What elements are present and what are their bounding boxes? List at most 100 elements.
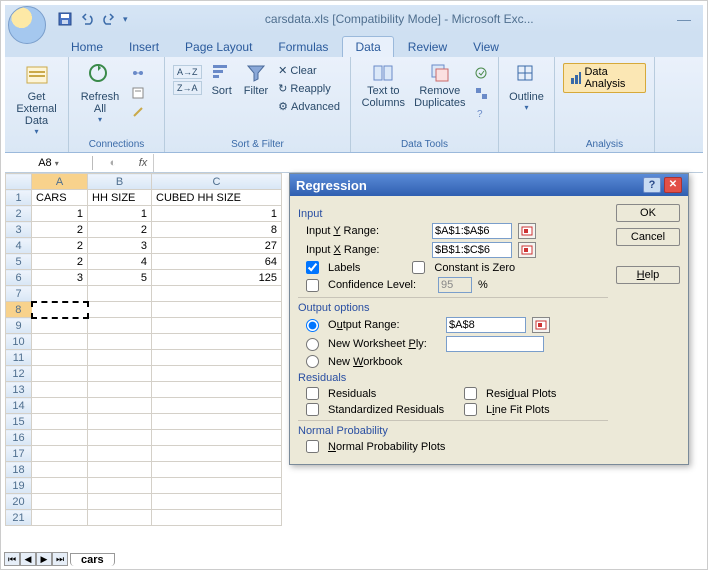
sheet-nav-prev-icon[interactable]: ◀ (20, 552, 36, 566)
new-worksheet-input[interactable] (446, 336, 544, 352)
cell-C19[interactable] (152, 478, 282, 494)
properties-icon[interactable] (129, 85, 147, 101)
cell-B3[interactable]: 2 (88, 222, 152, 238)
row-header-12[interactable]: 12 (6, 366, 32, 382)
refresh-all-button[interactable]: Refresh All▾ (77, 61, 123, 124)
cell-C7[interactable] (152, 286, 282, 302)
cell-C18[interactable] (152, 462, 282, 478)
cell-B18[interactable] (88, 462, 152, 478)
get-external-data-button[interactable]: Get External Data▾ (13, 61, 60, 136)
residuals-checkbox[interactable] (306, 387, 319, 400)
tab-view[interactable]: View (461, 37, 511, 57)
ok-button[interactable]: OK (616, 204, 680, 222)
cell-A2[interactable]: 1 (32, 206, 88, 222)
close-icon[interactable]: ✕ (664, 177, 682, 193)
row-header-1[interactable]: 1 (6, 190, 32, 206)
output-range-ref-icon[interactable] (532, 317, 550, 333)
cell-C12[interactable] (152, 366, 282, 382)
row-header-3[interactable]: 3 (6, 222, 32, 238)
cell-A4[interactable]: 2 (32, 238, 88, 254)
cell-B19[interactable] (88, 478, 152, 494)
cell-A15[interactable] (32, 414, 88, 430)
edit-links-icon[interactable] (129, 105, 147, 121)
cell-C4[interactable]: 27 (152, 238, 282, 254)
cell-C10[interactable] (152, 334, 282, 350)
data-analysis-button[interactable]: Data Analysis (563, 63, 646, 93)
row-header-8[interactable]: 8 (6, 302, 32, 318)
row-header-16[interactable]: 16 (6, 430, 32, 446)
tab-page-layout[interactable]: Page Layout (173, 37, 264, 57)
row-header-4[interactable]: 4 (6, 238, 32, 254)
x-range-input[interactable] (432, 242, 512, 258)
cell-B11[interactable] (88, 350, 152, 366)
cell-A13[interactable] (32, 382, 88, 398)
connections-icon[interactable] (129, 65, 147, 81)
cell-B5[interactable]: 4 (88, 254, 152, 270)
sheet-tab-cars[interactable]: cars (70, 553, 115, 566)
formula-bar[interactable] (153, 154, 703, 172)
cell-B14[interactable] (88, 398, 152, 414)
col-header-B[interactable]: B (88, 174, 152, 190)
tab-home[interactable]: Home (59, 37, 115, 57)
cell-C2[interactable]: 1 (152, 206, 282, 222)
cell-C1[interactable]: CUBED HH SIZE (152, 190, 282, 206)
reapply-button[interactable]: ↻ Reapply (276, 81, 342, 96)
row-header-6[interactable]: 6 (6, 270, 32, 286)
confidence-input[interactable] (438, 277, 472, 293)
cell-A18[interactable] (32, 462, 88, 478)
cell-B2[interactable]: 1 (88, 206, 152, 222)
row-header-18[interactable]: 18 (6, 462, 32, 478)
cell-A19[interactable] (32, 478, 88, 494)
cell-A17[interactable] (32, 446, 88, 462)
cell-C6[interactable]: 125 (152, 270, 282, 286)
text-to-columns-button[interactable]: Text to Columns (359, 61, 408, 109)
output-range-radio[interactable] (306, 319, 319, 332)
cell-C9[interactable] (152, 318, 282, 334)
clear-button[interactable]: ✕ Clear (276, 63, 342, 78)
cell-B16[interactable] (88, 430, 152, 446)
cell-C15[interactable] (152, 414, 282, 430)
cell-B10[interactable] (88, 334, 152, 350)
cell-A8[interactable] (32, 302, 88, 318)
redo-icon[interactable] (101, 11, 117, 27)
row-header-5[interactable]: 5 (6, 254, 32, 270)
output-range-input[interactable] (446, 317, 526, 333)
constant-zero-checkbox[interactable] (412, 261, 425, 274)
labels-checkbox[interactable] (306, 261, 319, 274)
residual-plots-checkbox[interactable] (464, 387, 477, 400)
row-header-20[interactable]: 20 (6, 494, 32, 510)
cell-A5[interactable]: 2 (32, 254, 88, 270)
minimize-icon[interactable]: — (677, 11, 691, 27)
row-header-21[interactable]: 21 (6, 510, 32, 526)
consolidate-icon[interactable] (472, 85, 490, 101)
cell-A7[interactable] (32, 286, 88, 302)
filter-button[interactable]: Filter (242, 61, 270, 97)
cell-A20[interactable] (32, 494, 88, 510)
line-fit-checkbox[interactable] (464, 403, 477, 416)
cell-B12[interactable] (88, 366, 152, 382)
outline-button[interactable]: Outline▾ (507, 61, 546, 112)
cell-A1[interactable]: CARS (32, 190, 88, 206)
cell-C14[interactable] (152, 398, 282, 414)
std-residuals-checkbox[interactable] (306, 403, 319, 416)
confidence-checkbox[interactable] (306, 279, 319, 292)
cell-B15[interactable] (88, 414, 152, 430)
row-header-10[interactable]: 10 (6, 334, 32, 350)
cell-B4[interactable]: 3 (88, 238, 152, 254)
tab-insert[interactable]: Insert (117, 37, 171, 57)
cell-A16[interactable] (32, 430, 88, 446)
undo-icon[interactable] (79, 11, 95, 27)
row-header-13[interactable]: 13 (6, 382, 32, 398)
y-range-input[interactable] (432, 223, 512, 239)
cell-C3[interactable]: 8 (152, 222, 282, 238)
sort-za-icon[interactable]: Z→A (173, 81, 202, 95)
dialog-help-icon[interactable]: ? (643, 177, 661, 193)
sheet-nav-first-icon[interactable]: ⏮ (4, 552, 20, 566)
cell-C17[interactable] (152, 446, 282, 462)
cell-C5[interactable]: 64 (152, 254, 282, 270)
cell-B13[interactable] (88, 382, 152, 398)
row-header-19[interactable]: 19 (6, 478, 32, 494)
cell-A14[interactable] (32, 398, 88, 414)
cell-C13[interactable] (152, 382, 282, 398)
cell-B7[interactable] (88, 286, 152, 302)
